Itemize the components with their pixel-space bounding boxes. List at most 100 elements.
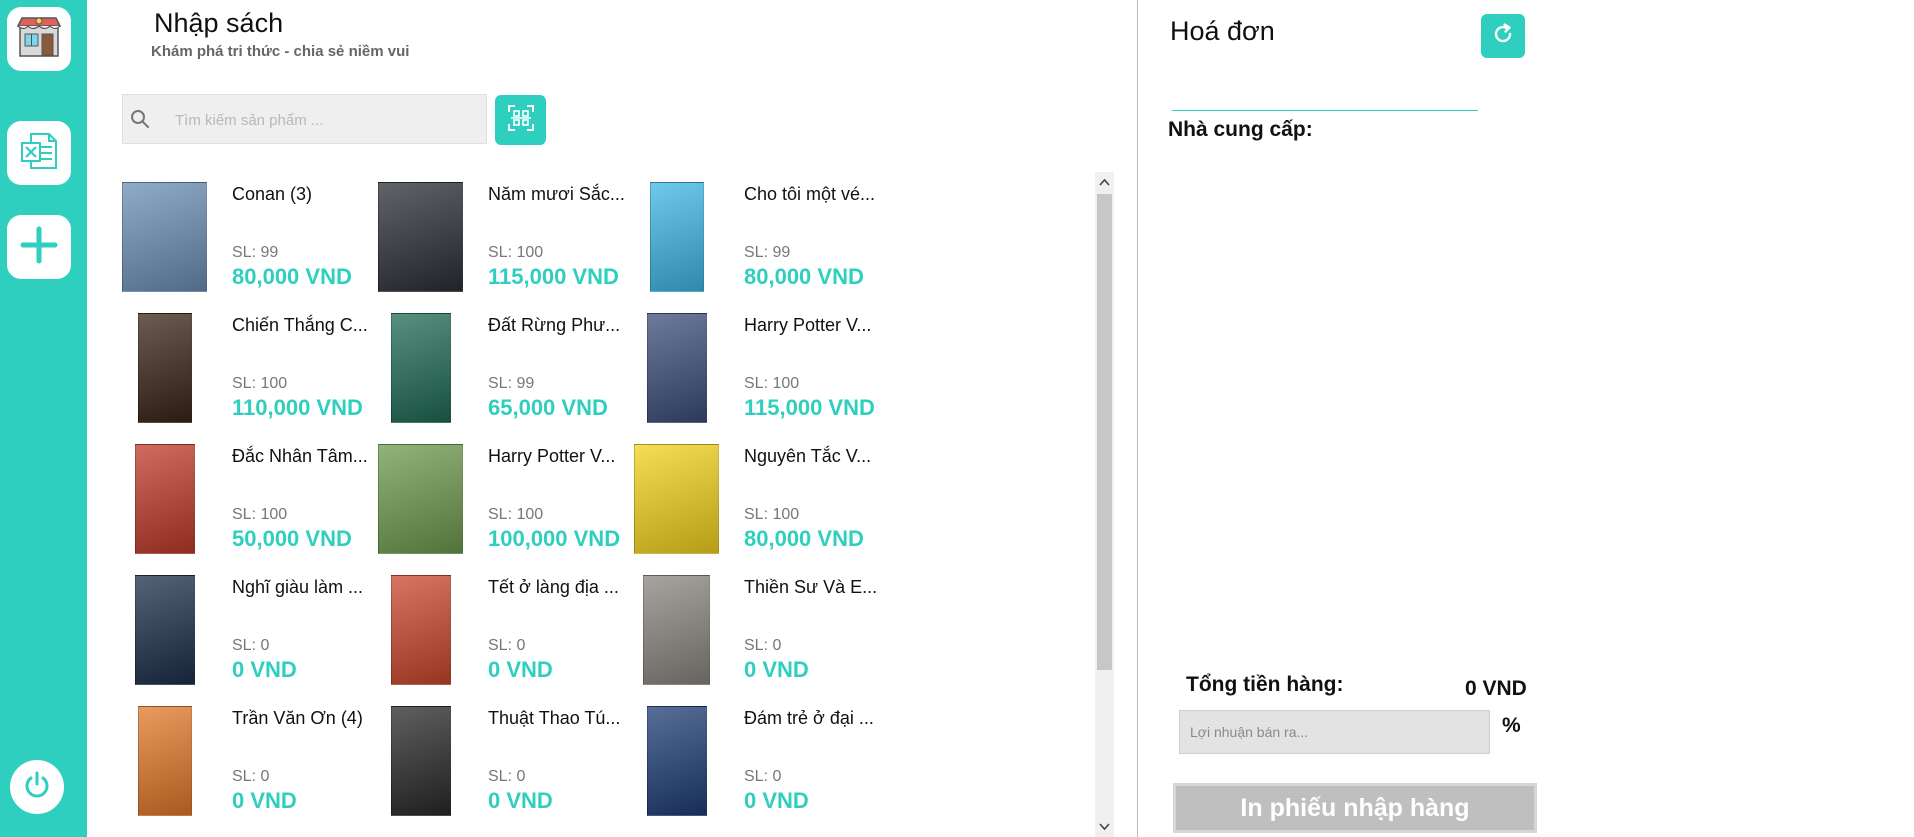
product-name: Đám trẻ ở đại ...	[744, 708, 874, 728]
print-receipt-button[interactable]: In phiếu nhập hàng	[1173, 783, 1537, 833]
product-price: 0 VND	[232, 657, 297, 682]
product-quantity: SL: 99	[488, 375, 535, 392]
book-cover-image	[643, 575, 710, 685]
product-price: 80,000 VND	[744, 526, 864, 551]
product-name: Trần Văn Ơn (4)	[232, 708, 363, 728]
product-list-scrollbar[interactable]	[1095, 172, 1114, 837]
product-price: 65,000 VND	[488, 395, 608, 420]
product-quantity: SL: 99	[744, 244, 791, 261]
product-name: Nguyên Tắc V...	[744, 446, 872, 466]
product-card[interactable]: Cho tôi một vé... SL: 99 80,000 VND	[634, 172, 882, 292]
product-price: 0 VND	[744, 788, 809, 813]
product-price: 0 VND	[232, 788, 297, 813]
product-card[interactable]: Harry Potter V... SL: 100 115,000 VND	[634, 303, 882, 423]
product-card[interactable]: Đất Rừng Phư... SL: 99 65,000 VND	[378, 303, 634, 423]
product-card[interactable]: Đắc Nhân Tâm... SL: 100 50,000 VND	[122, 434, 378, 554]
percent-sign: %	[1502, 714, 1521, 737]
product-card[interactable]: Đám trẻ ở đại ... SL: 0 0 VND	[634, 696, 882, 816]
book-cover-image	[634, 444, 719, 554]
product-card[interactable]: Thiền Sư Và E... SL: 0 0 VND	[634, 565, 882, 685]
product-price: 50,000 VND	[232, 526, 352, 551]
product-card[interactable]: Conan (3) SL: 99 80,000 VND	[122, 172, 378, 292]
product-price: 80,000 VND	[232, 264, 352, 289]
refresh-button[interactable]	[1481, 14, 1525, 58]
book-cover-image	[391, 575, 451, 685]
search-icon	[129, 108, 151, 135]
product-name: Chiến Thắng C...	[232, 315, 368, 335]
store-icon	[16, 14, 62, 65]
invoice-underline	[1172, 110, 1478, 111]
power-icon	[22, 770, 52, 805]
book-cover-image	[378, 182, 463, 292]
chevron-down-icon	[1099, 818, 1110, 836]
book-cover-image	[647, 313, 707, 423]
store-logo-button[interactable]	[7, 7, 71, 71]
product-price: 0 VND	[488, 657, 553, 682]
search-box	[122, 94, 487, 144]
product-price: 0 VND	[488, 788, 553, 813]
search-input[interactable]	[173, 105, 477, 135]
product-quantity: SL: 0	[488, 637, 526, 654]
book-cover-image	[138, 313, 192, 423]
product-quantity: SL: 0	[232, 637, 270, 654]
product-quantity: SL: 0	[232, 768, 270, 785]
book-cover-image	[650, 182, 704, 292]
sidebar	[0, 0, 87, 837]
product-price: 115,000 VND	[744, 395, 875, 420]
product-quantity: SL: 100	[744, 506, 800, 523]
profit-input[interactable]	[1179, 710, 1490, 754]
product-quantity: SL: 99	[232, 244, 279, 261]
product-name: Đắc Nhân Tâm...	[232, 446, 368, 466]
product-name: Cho tôi một vé...	[744, 184, 876, 204]
total-label: Tổng tiền hàng:	[1186, 673, 1344, 696]
product-name: Nghĩ giàu làm ...	[232, 577, 364, 597]
plus-icon	[19, 225, 59, 270]
product-list: Conan (3) SL: 99 80,000 VND Năm mươi Sắc...…	[122, 172, 882, 837]
product-name: Harry Potter V...	[744, 315, 872, 335]
product-quantity: SL: 100	[744, 375, 800, 392]
product-name: Conan (3)	[232, 184, 313, 204]
product-card[interactable]: Nghĩ giàu làm ... SL: 0 0 VND	[122, 565, 378, 685]
page-subtitle: Khám phá tri thức - chia sẻ niềm vui	[151, 43, 410, 60]
product-card[interactable]: Tết ở làng địa ... SL: 0 0 VND	[378, 565, 634, 685]
product-quantity: SL: 0	[488, 768, 526, 785]
book-cover-image	[391, 706, 451, 816]
product-card[interactable]: Chiến Thắng C... SL: 100 110,000 VND	[122, 303, 378, 423]
excel-icon	[19, 131, 59, 176]
product-quantity: SL: 0	[744, 637, 782, 654]
product-card[interactable]: Nguyên Tắc V... SL: 100 80,000 VND	[634, 434, 882, 554]
product-name: Đất Rừng Phư...	[488, 315, 621, 335]
product-card[interactable]: Năm mươi Sắc... SL: 100 115,000 VND	[378, 172, 634, 292]
product-price: 110,000 VND	[232, 395, 363, 420]
product-card[interactable]: Harry Potter V... SL: 100 100,000 VND	[378, 434, 634, 554]
product-quantity: SL: 100	[232, 506, 288, 523]
scan-barcode-button[interactable]	[495, 95, 546, 145]
book-cover-image	[647, 706, 707, 816]
product-quantity: SL: 100	[488, 244, 544, 261]
book-cover-image	[135, 575, 195, 685]
refresh-icon	[1491, 22, 1515, 51]
product-name: Tết ở làng địa ...	[488, 577, 619, 597]
scroll-up-button[interactable]	[1095, 172, 1114, 192]
product-quantity: SL: 100	[232, 375, 288, 392]
product-name: Năm mươi Sắc...	[488, 184, 625, 204]
scroll-down-button[interactable]	[1095, 817, 1114, 837]
product-card[interactable]: Trần Văn Ơn (4) SL: 0 0 VND	[122, 696, 378, 816]
product-quantity: SL: 0	[744, 768, 782, 785]
product-price: 80,000 VND	[744, 264, 864, 289]
barcode-scan-icon	[506, 103, 536, 138]
product-name: Thiền Sư Và E...	[744, 577, 878, 597]
invoice-title: Hoá đơn	[1170, 16, 1275, 46]
add-book-button[interactable]	[7, 215, 71, 279]
logout-button[interactable]	[10, 760, 64, 814]
scroll-thumb[interactable]	[1097, 194, 1112, 670]
import-excel-button[interactable]	[7, 121, 71, 185]
total-value: 0 VND	[1465, 677, 1527, 700]
product-card[interactable]: Thuật Thao Tú... SL: 0 0 VND	[378, 696, 634, 816]
book-cover-image	[378, 444, 463, 554]
book-cover-image	[122, 182, 207, 292]
chevron-up-icon	[1099, 173, 1110, 191]
product-quantity: SL: 100	[488, 506, 544, 523]
supplier-label: Nhà cung cấp:	[1168, 118, 1313, 141]
product-name: Thuật Thao Tú...	[488, 708, 621, 728]
